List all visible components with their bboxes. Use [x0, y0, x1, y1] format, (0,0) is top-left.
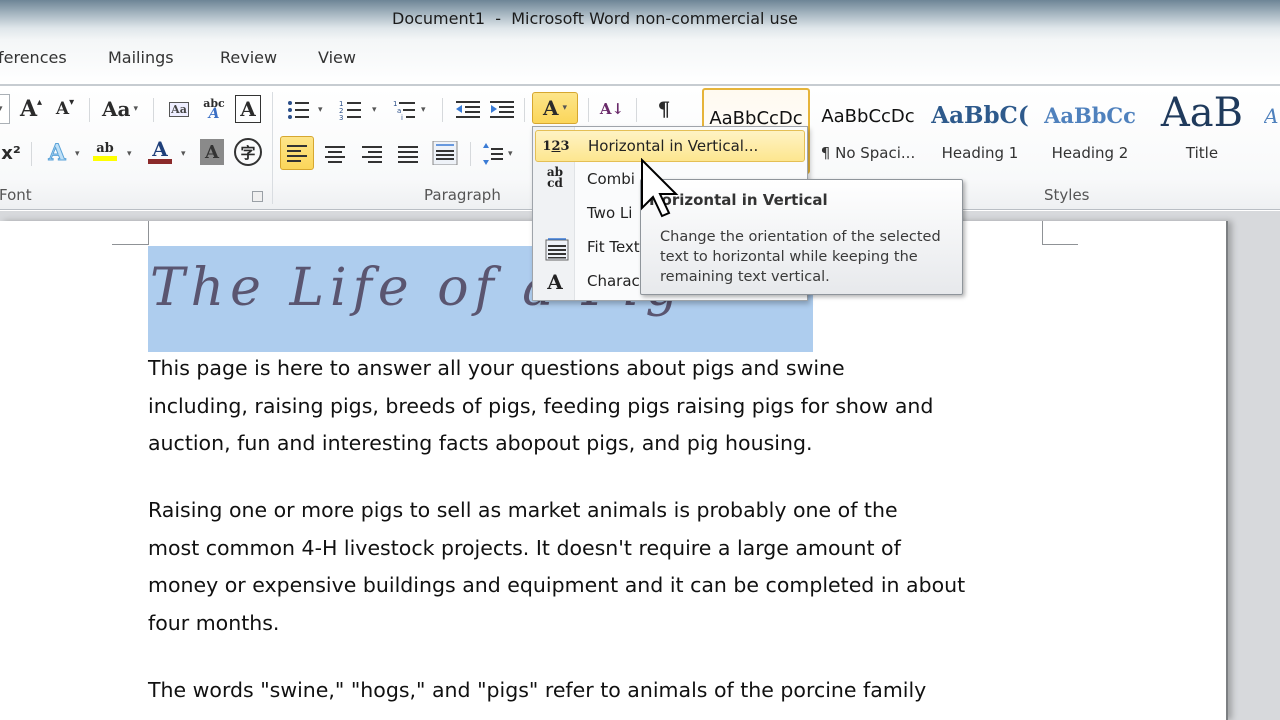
- chevron-down-icon[interactable]: ▾: [181, 149, 186, 159]
- tab-review[interactable]: Review: [220, 48, 277, 67]
- grow-font-button[interactable]: A ▴: [16, 94, 46, 124]
- superscript-button[interactable]: x²: [0, 138, 26, 168]
- fit-text-icon: [545, 238, 569, 261]
- paragraph-group-label: Paragraph: [424, 186, 501, 204]
- mouse-cursor-icon: [641, 158, 679, 218]
- tab-references[interactable]: ferences: [0, 48, 67, 67]
- crop-mark-top-left: [112, 221, 149, 245]
- svg-text:i: i: [401, 114, 403, 122]
- group-separator: [272, 92, 273, 204]
- character-scaling-icon: A: [547, 270, 563, 294]
- tooltip-body: Change the orientation of the selected t…: [660, 229, 941, 285]
- align-left-icon: [287, 145, 307, 162]
- font-size-dropdown[interactable]: ▾: [0, 94, 10, 124]
- decrease-indent-icon[interactable]: [454, 98, 482, 122]
- crop-mark-top-right: [1042, 221, 1078, 245]
- eraser-icon: Aa: [169, 101, 189, 117]
- line-spacing-icon[interactable]: [482, 142, 504, 166]
- justify-icon[interactable]: [398, 145, 418, 163]
- character-border-button[interactable]: A: [235, 95, 261, 123]
- separator: [524, 98, 525, 122]
- change-case-button[interactable]: Aa ▾: [100, 94, 140, 124]
- separator: [636, 98, 637, 122]
- horizontal-in-vertical-icon: 123: [542, 139, 570, 154]
- asian-layout-icon: A: [542, 96, 559, 120]
- svg-text:3: 3: [339, 114, 343, 122]
- enclose-characters-button[interactable]: 字: [234, 138, 262, 166]
- grow-icon: ▴: [37, 96, 43, 108]
- separator: [588, 98, 589, 122]
- paragraph-3[interactable]: The words "swine," "hogs," and "pigs" re…: [148, 672, 1048, 710]
- align-right-icon[interactable]: [362, 145, 382, 163]
- tab-mailings[interactable]: Mailings: [108, 48, 174, 67]
- clear-formatting-button[interactable]: Aa: [164, 94, 194, 124]
- phonetic-guide-icon: A: [208, 106, 220, 122]
- text-line: most common 4-H livestock projects. It d…: [148, 535, 901, 560]
- chevron-down-icon[interactable]: ▾: [508, 149, 513, 159]
- style-heading-1[interactable]: AaBbC( Heading 1: [926, 88, 1034, 174]
- separator: [470, 142, 471, 166]
- chevron-down-icon[interactable]: ▾: [318, 105, 323, 115]
- text-line: Raising one or more pigs to sell as mark…: [148, 498, 898, 522]
- shrink-icon: ▾: [69, 96, 75, 108]
- highlighter-icon: ab: [96, 140, 114, 156]
- tooltip: Horizontal in Vertical Change the orient…: [640, 179, 963, 295]
- chevron-down-icon[interactable]: ▾: [75, 149, 80, 159]
- separator: [89, 98, 90, 122]
- font-group-label: Font: [0, 186, 32, 204]
- tab-view[interactable]: View: [318, 48, 356, 67]
- paragraph-2[interactable]: Raising one or more pigs to sell as mark…: [148, 492, 1048, 642]
- separator: [153, 98, 154, 122]
- style-no-spacing[interactable]: AaBbCcDc ¶ No Spaci...: [814, 88, 922, 174]
- chevron-down-icon[interactable]: ▾: [372, 105, 377, 115]
- title-bar: Document1 - Microsoft Word non-commercia…: [0, 0, 1280, 40]
- chevron-down-icon: ▾: [562, 103, 568, 113]
- sort-button[interactable]: A↓: [597, 94, 627, 124]
- text-line: including, raising pigs, breeds of pigs,…: [148, 393, 934, 418]
- separator: [442, 98, 443, 122]
- ribbon-tabs: ferences Mailings Review View: [0, 40, 1280, 86]
- style-subtitle[interactable]: A: [1264, 88, 1280, 174]
- window-title: Document1 - Microsoft Word non-commercia…: [392, 9, 798, 28]
- font-dialog-launcher-icon[interactable]: [252, 191, 263, 202]
- pilcrow-icon: ¶: [657, 97, 671, 121]
- text-line: money or expensive buildings and equipme…: [148, 573, 966, 597]
- increase-indent-icon[interactable]: [488, 98, 516, 122]
- font-color-button[interactable]: A: [145, 136, 175, 166]
- chevron-down-icon[interactable]: ▾: [421, 105, 426, 115]
- chevron-down-icon[interactable]: ▾: [127, 149, 132, 159]
- show-formatting-marks-button[interactable]: ¶: [649, 94, 679, 124]
- style-heading-2[interactable]: AaBbCc Heading 2: [1036, 88, 1144, 174]
- font-color-bar: [148, 158, 172, 164]
- paragraph-1[interactable]: This page is here to answer all your que…: [148, 350, 1048, 463]
- align-left-button[interactable]: [280, 136, 314, 170]
- center-icon[interactable]: [325, 145, 345, 163]
- distributed-icon[interactable]: [432, 141, 458, 165]
- numbering-icon[interactable]: 1 2 3: [338, 98, 364, 122]
- styles-group-label: Styles: [1044, 186, 1090, 204]
- bullets-icon[interactable]: [286, 98, 312, 122]
- phonetic-guide-button[interactable]: abc A: [199, 94, 229, 124]
- asian-layout-button[interactable]: A ▾: [532, 92, 578, 124]
- text-line: auction, fun and interesting facts abopo…: [148, 431, 813, 455]
- text-line: four months.: [148, 610, 280, 635]
- character-shading-button[interactable]: A: [200, 139, 224, 165]
- highlight-button[interactable]: ab: [90, 136, 120, 166]
- style-title[interactable]: AaB Title: [1148, 88, 1256, 174]
- text-effects-button[interactable]: A: [42, 138, 72, 168]
- highlight-color-bar: [93, 155, 117, 161]
- shrink-font-button[interactable]: A ▾: [50, 94, 80, 124]
- chevron-down-icon: ▾: [0, 104, 3, 114]
- multilevel-list-icon[interactable]: 1 a i: [392, 98, 418, 122]
- sort-icon: A↓: [599, 100, 625, 118]
- chevron-down-icon: ▾: [133, 104, 138, 114]
- separator: [31, 142, 32, 166]
- text-line: This page is here to answer all your que…: [148, 356, 845, 380]
- text-line: The words "swine," "hogs," and "pigs" re…: [148, 678, 927, 702]
- combine-characters-icon: ab cd: [546, 165, 564, 190]
